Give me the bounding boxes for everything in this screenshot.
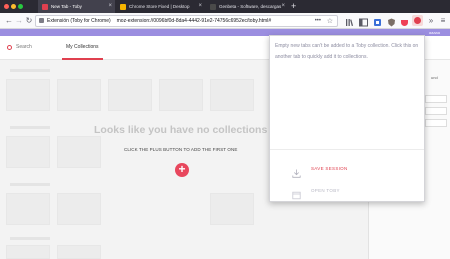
empty-state-title: Looks like you have no collections yet. bbox=[94, 124, 289, 136]
popup-message: Empty new tabs can't be added to a Toby … bbox=[275, 43, 419, 60]
add-collection-button[interactable]: + bbox=[175, 163, 189, 177]
tab-new-tab-toby[interactable]: New Tab - Toby × bbox=[38, 0, 115, 13]
pane-tab-item[interactable] bbox=[425, 119, 447, 127]
placeholder-card bbox=[57, 79, 101, 111]
toby-popup: Empty new tabs can't be added to a Toby … bbox=[269, 35, 425, 202]
window-zoom-dot[interactable] bbox=[18, 4, 23, 9]
tab-title: New Tab - Toby bbox=[51, 4, 82, 9]
page-actions-icon[interactable]: ••• bbox=[315, 18, 321, 24]
puzzle-icon bbox=[39, 18, 44, 23]
window-close-dot[interactable] bbox=[4, 4, 9, 9]
back-arrow-icon[interactable]: ← bbox=[4, 16, 14, 26]
toby-favicon-icon bbox=[42, 3, 48, 10]
tab-title: Genbeta - Software, descargas bbox=[219, 4, 282, 9]
tab-chrome-store[interactable]: Chrome Store Fixed | Desktop × bbox=[116, 0, 205, 13]
download-icon bbox=[292, 165, 301, 178]
search-icon bbox=[7, 44, 12, 50]
placeholder-line bbox=[10, 69, 50, 72]
extension-identity: Extensión (Toby for Chrome) bbox=[39, 18, 111, 24]
url-bar[interactable]: Extensión (Toby for Chrome) moz-extensio… bbox=[35, 15, 338, 27]
placeholder-line bbox=[10, 183, 50, 186]
open-window-icon bbox=[292, 187, 301, 200]
placeholder-card bbox=[210, 193, 254, 225]
placeholder-card bbox=[57, 245, 101, 259]
placeholder-card bbox=[57, 193, 101, 225]
open-toby-label: OPEN TOBY bbox=[311, 188, 340, 193]
pane-label: und bbox=[431, 75, 438, 80]
divider bbox=[270, 149, 424, 150]
url-text: moz-extension://0096bf0d-8da4-4442-91e2-… bbox=[116, 18, 272, 24]
close-icon[interactable]: × bbox=[281, 3, 285, 9]
extension-icon[interactable] bbox=[372, 15, 383, 26]
search-button[interactable]: Search bbox=[7, 44, 32, 50]
tab-title: Chrome Store Fixed | Desktop bbox=[129, 4, 190, 9]
close-icon[interactable]: × bbox=[108, 3, 112, 9]
pane-tab-item[interactable] bbox=[425, 95, 447, 103]
overflow-chevron-icon[interactable]: » bbox=[426, 16, 436, 26]
open-toby-button[interactable]: OPEN TOBY bbox=[270, 180, 424, 202]
placeholder-line bbox=[10, 237, 50, 240]
reload-icon[interactable]: ↻ bbox=[24, 16, 34, 26]
window-minimize-dot[interactable] bbox=[11, 4, 16, 9]
pocket-icon[interactable] bbox=[399, 15, 410, 26]
close-icon[interactable]: × bbox=[198, 3, 202, 9]
save-session-label: SAVE SESSION bbox=[311, 166, 348, 171]
navigation-toolbar: ← → ↻ Extensión (Toby for Chrome) moz-ex… bbox=[0, 13, 450, 29]
hamburger-menu-icon[interactable]: ≡ bbox=[438, 16, 448, 26]
placeholder-card bbox=[159, 79, 203, 111]
announcement-text: aaaaa bbox=[428, 30, 440, 35]
placeholder-card bbox=[6, 245, 50, 259]
shield-icon[interactable] bbox=[386, 15, 397, 27]
forward-arrow-icon[interactable]: → bbox=[14, 16, 24, 26]
tab-strip: New Tab - Toby × Chrome Store Fixed | De… bbox=[0, 0, 450, 13]
tab-my-collections[interactable]: My Collections bbox=[62, 39, 103, 60]
empty-state-subtitle: CLICK THE PLUS BUTTON TO ADD THE FIRST O… bbox=[124, 147, 238, 152]
placeholder-card bbox=[6, 79, 50, 111]
bookmark-star-icon[interactable]: ☆ bbox=[327, 17, 333, 25]
toby-extension-icon[interactable] bbox=[412, 15, 423, 26]
new-tab-icon[interactable]: + bbox=[291, 1, 296, 12]
pane-tab-item[interactable] bbox=[425, 107, 447, 115]
search-label: Search bbox=[16, 44, 32, 50]
favicon-icon bbox=[120, 3, 126, 10]
placeholder-card bbox=[6, 193, 50, 225]
placeholder-line bbox=[10, 126, 50, 129]
tab-genbeta[interactable]: Genbeta - Software, descargas × bbox=[206, 0, 288, 13]
library-icon[interactable] bbox=[344, 15, 355, 27]
placeholder-card bbox=[57, 136, 101, 168]
placeholder-card bbox=[6, 136, 50, 168]
placeholder-card bbox=[210, 79, 254, 111]
placeholder-card bbox=[108, 79, 152, 111]
favicon-icon bbox=[210, 3, 216, 10]
sidebar-icon[interactable] bbox=[358, 15, 369, 27]
save-session-button[interactable]: SAVE SESSION bbox=[270, 158, 424, 180]
